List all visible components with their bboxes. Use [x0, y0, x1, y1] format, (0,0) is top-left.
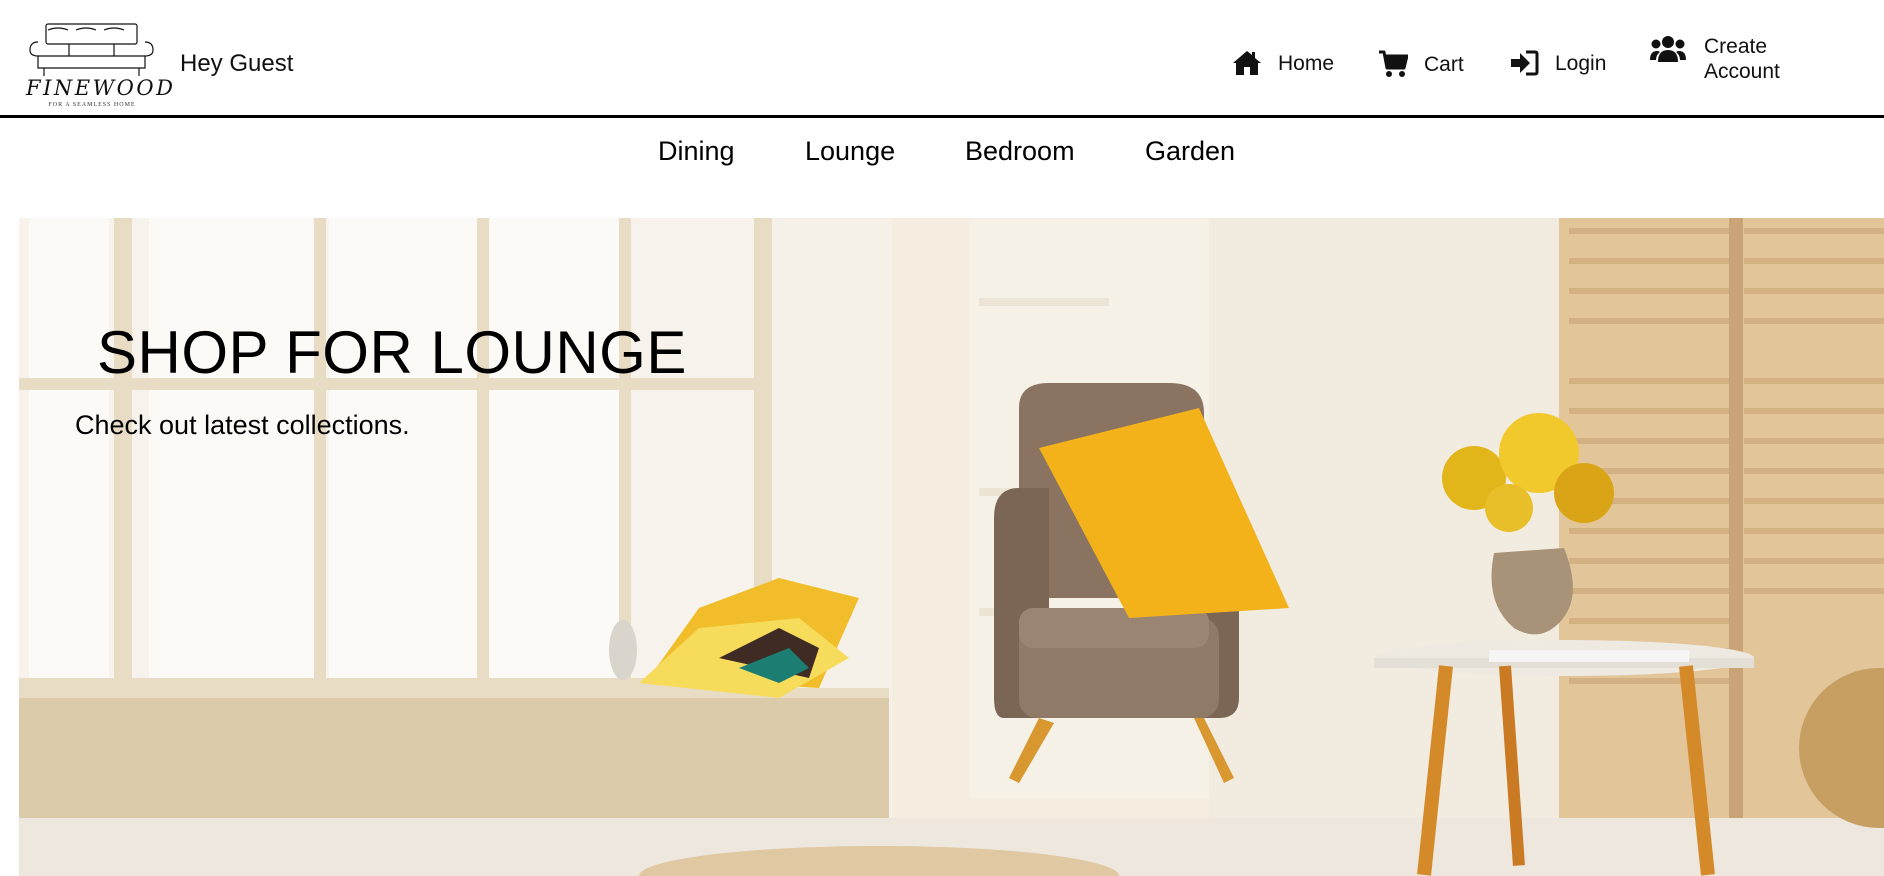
nav-create-account-label: Create Account — [1704, 35, 1780, 83]
nav-login-link[interactable]: Login — [1509, 50, 1606, 76]
nav-home-label: Home — [1278, 51, 1335, 75]
site-header: FINEWOOD FOR A SEAMLESS HOME Hey Guest H… — [0, 0, 1884, 118]
cart-icon — [1378, 50, 1408, 78]
category-nav: Dining Lounge Bedroom Garden — [0, 118, 1884, 218]
brand-tagline: FOR A SEAMLESS HOME — [48, 102, 136, 108]
finewood-logo[interactable]: FINEWOOD FOR A SEAMLESS HOME — [24, 20, 176, 112]
category-garden[interactable]: Garden — [1145, 136, 1235, 167]
hero-banner[interactable]: SHOP FOR LOUNGE Check out latest collect… — [19, 218, 1884, 876]
category-dining[interactable]: Dining — [658, 136, 735, 167]
hero-image — [19, 218, 1884, 876]
hero-subtitle: Check out latest collections. — [75, 410, 410, 440]
brand-name: FINEWOOD — [26, 76, 176, 100]
nav-cart-link[interactable]: Cart — [1378, 50, 1464, 78]
greeting-text: Hey Guest — [180, 50, 294, 77]
category-lounge[interactable]: Lounge — [805, 136, 895, 167]
nav-login-label: Login — [1555, 51, 1607, 75]
users-icon — [1650, 34, 1686, 66]
category-bedroom[interactable]: Bedroom — [965, 136, 1075, 167]
sign-in-icon — [1509, 50, 1539, 76]
nav-cart-label: Cart — [1424, 52, 1464, 76]
hero-title: SHOP FOR LOUNGE — [97, 319, 687, 386]
home-icon — [1232, 50, 1262, 76]
nav-create-account-link[interactable]: Create Account — [1650, 34, 1804, 84]
nav-home-link[interactable]: Home — [1232, 50, 1334, 76]
